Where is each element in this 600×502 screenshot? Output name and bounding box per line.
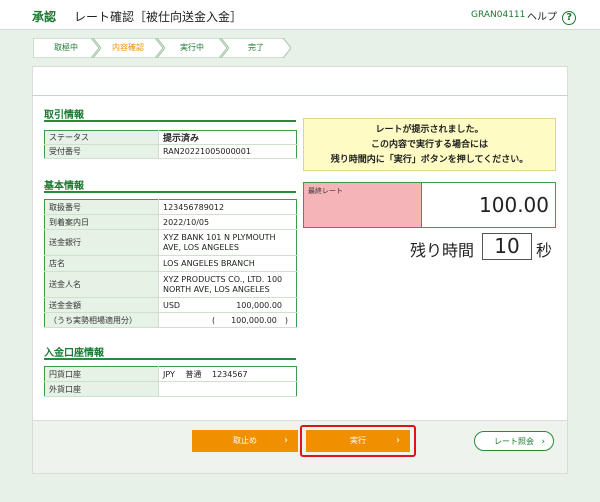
row-label: 送金人名 bbox=[44, 271, 159, 298]
row-label: 到着案内日 bbox=[44, 214, 159, 230]
row-label: 送金金額 bbox=[44, 297, 159, 313]
row-value bbox=[158, 381, 297, 397]
row-label: 取扱番号 bbox=[44, 199, 159, 215]
deposit-table: 円貨口座 JPY 普通 1234567 外貨口座 bbox=[44, 366, 297, 397]
row-value: JPY 普通 1234567 bbox=[158, 366, 297, 382]
remaining-time-label: 残り時間 bbox=[410, 241, 475, 260]
table-row: 外貨口座 bbox=[44, 381, 297, 397]
currency-code: USD bbox=[163, 300, 181, 310]
step-torikime: 取極中 bbox=[33, 38, 99, 58]
row-value: 123456789012 bbox=[158, 199, 297, 215]
execute-button-label: 実行 bbox=[350, 436, 366, 445]
execute-button[interactable]: 実行 › bbox=[306, 430, 410, 452]
chevron-right-icon: › bbox=[396, 435, 400, 446]
table-row: 受付番号 RAN20221005000001 bbox=[44, 144, 297, 159]
help-label: ヘルプ bbox=[527, 12, 557, 23]
row-value: XYZ PRODUCTS CO., LTD. 100 NORTH AVE, LO… bbox=[158, 271, 297, 298]
chevron-right-icon: › bbox=[284, 435, 288, 446]
step-indicator: 取極中 内容確認 実行中 完了 bbox=[33, 38, 293, 58]
notice-line: この内容で実行する場合には bbox=[370, 140, 488, 150]
section-underline bbox=[44, 120, 296, 122]
section-title-basic: 基本情報 bbox=[44, 181, 84, 192]
row-label: 受付番号 bbox=[44, 144, 159, 159]
transaction-table: ステータス 提示済み 受付番号 RAN20221005000001 bbox=[44, 130, 297, 159]
table-row: 送金人名 XYZ PRODUCTS CO., LTD. 100 NORTH AV… bbox=[44, 271, 297, 298]
top-bar: 承認 レート確認［被仕向送金入金］ GRAN04111 ヘルプ ? bbox=[0, 0, 600, 30]
row-value: USD 100,000.00 bbox=[158, 297, 297, 313]
remaining-time-value: 10 bbox=[482, 233, 532, 260]
final-rate-label: 最終レート bbox=[304, 183, 422, 227]
final-rate-value: 100.00 bbox=[479, 193, 549, 217]
table-row: 取扱番号 123456789012 bbox=[44, 199, 297, 215]
remaining-time-unit: 秒 bbox=[536, 241, 553, 260]
table-row: 送金金額 USD 100,000.00 bbox=[44, 297, 297, 313]
chevron-right-icon: › bbox=[541, 437, 545, 447]
cancel-button-label: 取止め bbox=[233, 436, 257, 445]
help-icon[interactable]: ? bbox=[562, 11, 577, 25]
row-label: （うち実勢相場適用分） bbox=[44, 312, 159, 328]
table-row: 店名 LOS ANGELES BRANCH bbox=[44, 255, 297, 272]
row-value: 2022/10/05 bbox=[158, 214, 297, 230]
section-title-deposit: 入金口座情報 bbox=[44, 348, 104, 359]
screen-code: GRAN04111 bbox=[471, 10, 526, 20]
table-row: 送金銀行 XYZ BANK 101 N PLYMOUTH AVE, LOS AN… bbox=[44, 229, 297, 256]
basic-info-table: 取扱番号 123456789012 到着案内日 2022/10/05 送金銀行 … bbox=[44, 199, 297, 328]
step-jikkouchuu: 実行中 bbox=[157, 38, 227, 58]
table-row: 円貨口座 JPY 普通 1234567 bbox=[44, 366, 297, 382]
step-label: 完了 bbox=[248, 43, 264, 52]
table-row: （うち実勢相場適用分） ( 100,000.00 ) bbox=[44, 312, 297, 328]
row-label: 円貨口座 bbox=[44, 366, 159, 382]
status-value: 提示済み bbox=[158, 130, 297, 145]
rate-inquiry-label: レート照会 bbox=[494, 437, 534, 446]
final-rate-box: 最終レート 100.00 bbox=[303, 182, 556, 228]
amount-value: 100,000.00 bbox=[236, 300, 282, 310]
row-value: LOS ANGELES BRANCH bbox=[158, 255, 297, 272]
row-label: ステータス bbox=[44, 130, 159, 145]
row-label: 外貨口座 bbox=[44, 381, 159, 397]
section-title-transaction: 取引情報 bbox=[44, 110, 84, 121]
step-label: 内容確認 bbox=[112, 43, 144, 52]
cancel-button[interactable]: 取止め › bbox=[192, 430, 298, 452]
step-label: 取極中 bbox=[54, 43, 78, 52]
row-label: 送金銀行 bbox=[44, 229, 159, 256]
rate-inquiry-button[interactable]: レート照会 › bbox=[474, 431, 554, 451]
remaining-time: 残り時間 10 秒 bbox=[410, 233, 560, 261]
section-underline bbox=[44, 358, 296, 360]
reception-number: RAN20221005000001 bbox=[158, 144, 297, 159]
table-row: ステータス 提示済み bbox=[44, 130, 297, 145]
step-label: 実行中 bbox=[180, 43, 204, 52]
table-row: 到着案内日 2022/10/05 bbox=[44, 214, 297, 230]
notice-line: 残り時間内に「実行」ボタンを押してください。 bbox=[330, 155, 529, 165]
divider bbox=[32, 95, 568, 96]
step-naiyou-kakunin: 内容確認 bbox=[93, 38, 163, 58]
notice-line: レートが提示されました。 bbox=[375, 125, 484, 135]
help-link[interactable]: ヘルプ ? bbox=[527, 8, 577, 25]
app-label: 承認 bbox=[32, 10, 57, 24]
rate-notice: レートが提示されました。 この内容で実行する場合には 残り時間内に「実行」ボタン… bbox=[303, 118, 556, 171]
row-label: 店名 bbox=[44, 255, 159, 272]
section-underline bbox=[44, 191, 296, 193]
page-title: レート確認［被仕向送金入金］ bbox=[74, 10, 243, 24]
step-kanryou: 完了 bbox=[221, 38, 291, 58]
row-value: ( 100,000.00 ) bbox=[158, 312, 297, 328]
row-value: XYZ BANK 101 N PLYMOUTH AVE, LOS ANGELES bbox=[158, 229, 297, 256]
